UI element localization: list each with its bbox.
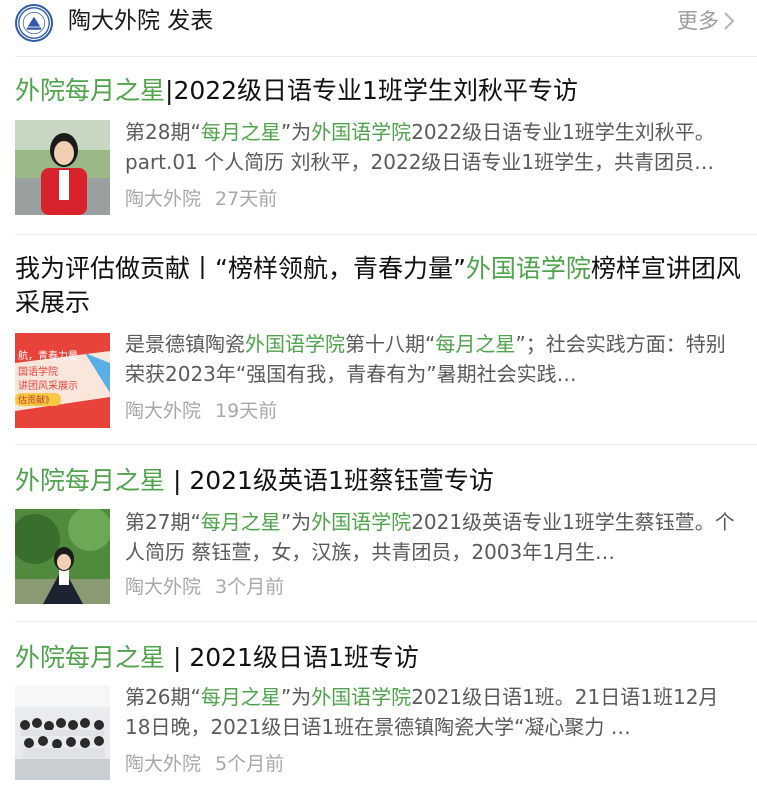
text-segment: 我为评估做贡献丨“榜样领航，青春力量” — [15, 254, 466, 283]
poster-text: 航，青春力量 — [18, 349, 78, 362]
article-title[interactable]: 外院每月之星 | 2021级英语1班蔡钰萱专访 — [15, 464, 743, 498]
article-time: 3个月前 — [215, 576, 285, 598]
text-segment: 第28期“ — [125, 120, 201, 144]
article-thumbnail[interactable] — [15, 685, 110, 780]
poster-text: 讲团风采展示 — [18, 379, 78, 392]
text-segment: 是景德镇陶瓷 — [125, 332, 245, 356]
article-title[interactable]: 我为评估做贡献丨“榜样领航，青春力量”外国语学院榜样宣讲团风采展示 — [15, 252, 743, 320]
account-name[interactable]: 陶大外院 发表 — [68, 6, 213, 36]
keyword-highlight: 外国语学院 — [245, 332, 345, 356]
poster-text: 估贡献》 — [18, 394, 54, 406]
text-segment: 第26期“ — [125, 685, 201, 709]
keyword-highlight: 每月之星 — [200, 120, 281, 144]
article-source: 陶大外院 — [125, 400, 202, 422]
more-label: 更多 — [677, 9, 719, 33]
article-source: 陶大外院 — [125, 753, 202, 775]
text-segment: ”为 — [280, 685, 312, 709]
text-segment: | 2021级日语1班专访 — [165, 643, 419, 672]
keyword-highlight: 每月之星 — [200, 510, 281, 534]
article-meta: 陶大外院 3个月前 — [125, 574, 284, 600]
account-header: 陶大外院 发表 更多 — [0, 0, 757, 44]
article-time: 5个月前 — [215, 753, 285, 775]
article-snippet: 第28期“每月之星”为外国语学院2022级日语专业1班学生刘秋平。part.01… — [125, 117, 737, 177]
article-meta: 陶大外院 5个月前 — [125, 751, 284, 777]
text-segment: ”为 — [280, 510, 312, 534]
article-snippet: 第26期“每月之星”为外国语学院2021级日语1班。21日语1班12月18日晚，… — [125, 682, 737, 742]
article-item[interactable]: 外院每月之星|2022级日语专业1班学生刘秋平专访 第28期“每月之星”为外国语… — [0, 56, 757, 234]
text-segment: | 2021级英语1班蔡钰萱专访 — [165, 466, 494, 495]
article-item[interactable]: 我为评估做贡献丨“榜样领航，青春力量”外国语学院榜样宣讲团风采展示 航，青春力量… — [0, 234, 757, 444]
text-segment: ”为 — [280, 120, 312, 144]
article-time: 27天前 — [215, 188, 278, 210]
text-segment: |2022级日语专业1班学生刘秋平专访 — [165, 76, 578, 105]
article-snippet: 第27期“每月之星”为外国语学院2021级英语专业1班学生蔡钰萱。个人简历 蔡钰… — [125, 507, 737, 567]
article-item[interactable]: 外院每月之星 | 2021级英语1班蔡钰萱专访 第27期“每月之星”为外国语学院… — [0, 444, 757, 620]
article-time: 19天前 — [215, 400, 278, 422]
article-source: 陶大外院 — [125, 576, 202, 598]
keyword-highlight: 外国语学院 — [311, 685, 412, 709]
article-title[interactable]: 外院每月之星|2022级日语专业1班学生刘秋平专访 — [15, 74, 743, 108]
article-meta: 陶大外院 27天前 — [125, 186, 277, 212]
article-thumbnail[interactable] — [15, 509, 110, 604]
more-button[interactable]: 更多 — [677, 6, 735, 36]
keyword-highlight: 外院每月之星 — [15, 76, 166, 105]
article-source: 陶大外院 — [125, 188, 202, 210]
text-segment: 第十八期“ — [345, 332, 436, 356]
keyword-highlight: 每月之星 — [435, 332, 516, 356]
keyword-highlight: 外国语学院 — [311, 120, 412, 144]
text-segment: 第27期“ — [125, 510, 201, 534]
keyword-highlight: 外国语学院 — [465, 254, 591, 283]
keyword-highlight: 每月之星 — [200, 685, 281, 709]
article-title[interactable]: 外院每月之星 | 2021级日语1班专访 — [15, 641, 743, 675]
chevron-right-icon — [724, 12, 735, 30]
university-logo[interactable] — [15, 4, 53, 42]
keyword-highlight: 外院每月之星 — [15, 466, 166, 495]
keyword-highlight: 外国语学院 — [311, 510, 412, 534]
article-item[interactable]: 外院每月之星 | 2021级日语1班专访 第26期“每月之星”为外国语学院202… — [0, 621, 757, 796]
article-snippet: 是景德镇陶瓷外国语学院第十八期“每月之星”；社会实践方面：特别荣获2023年“强… — [125, 329, 737, 389]
article-meta: 陶大外院 19天前 — [125, 398, 277, 424]
article-thumbnail[interactable] — [15, 120, 110, 215]
keyword-highlight: 外院每月之星 — [15, 643, 166, 672]
poster-text: 国语学院 — [18, 365, 58, 378]
article-thumbnail[interactable]: 航，青春力量 国语学院 讲团风采展示 估贡献》 — [15, 333, 110, 428]
